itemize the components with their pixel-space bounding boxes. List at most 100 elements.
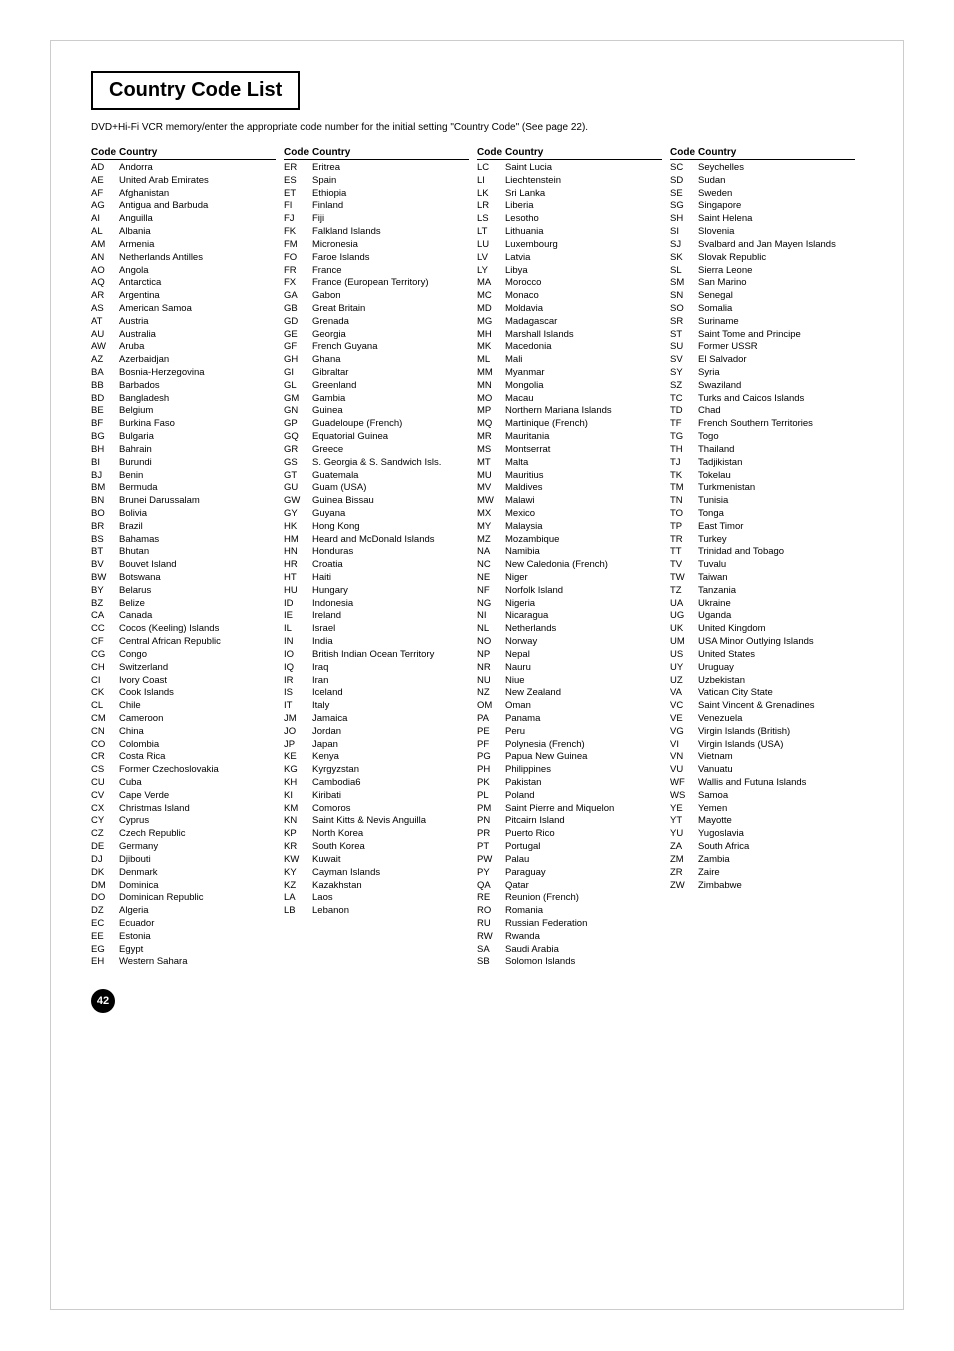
country-name: Malaysia (505, 521, 662, 534)
country-name: Taiwan (698, 572, 855, 585)
country-name: North Korea (312, 828, 469, 841)
country-name: Heard and McDonald Islands (312, 534, 469, 547)
table-row: CCCocos (Keeling) Islands (91, 623, 276, 636)
table-row: SRSuriname (670, 316, 855, 329)
country-code: PG (477, 751, 505, 764)
table-row: ZMZambia (670, 854, 855, 867)
country-code: SU (670, 341, 698, 354)
country-name: Cambodia6 (312, 777, 469, 790)
country-code: SY (670, 367, 698, 380)
country-name: East Timor (698, 521, 855, 534)
country-name: Namibia (505, 546, 662, 559)
country-name: American Samoa (119, 303, 276, 316)
country-code: SC (670, 162, 698, 175)
country-code: MD (477, 303, 505, 316)
country-code: ZW (670, 880, 698, 893)
table-row: VGVirgin Islands (British) (670, 726, 855, 739)
country-name: Haiti (312, 572, 469, 585)
table-row: COColombia (91, 739, 276, 752)
table-row: GTGuatemala (284, 470, 469, 483)
country-name: France (312, 265, 469, 278)
country-name: Comoros (312, 803, 469, 816)
col-header-code: Code (284, 147, 312, 158)
country-code: GB (284, 303, 312, 316)
page-number: 42 (97, 995, 109, 1007)
country-code: GU (284, 482, 312, 495)
table-row: PKPakistan (477, 777, 662, 790)
country-name: Polynesia (French) (505, 739, 662, 752)
country-code: RO (477, 905, 505, 918)
table-row: KRSouth Korea (284, 841, 469, 854)
table-row: KEKenya (284, 751, 469, 764)
country-name: Italy (312, 700, 469, 713)
table-row: MVMaldives (477, 482, 662, 495)
country-name: Costa Rica (119, 751, 276, 764)
col-header-code: Code (91, 147, 119, 158)
table-row: VAVatican City State (670, 687, 855, 700)
country-name: Grenada (312, 316, 469, 329)
table-row: VUVanuatu (670, 764, 855, 777)
country-code: TV (670, 559, 698, 572)
country-code: CV (91, 790, 119, 803)
column-0: CodeCountryADAndorraAEUnited Arab Emirat… (91, 147, 284, 969)
country-name: Myanmar (505, 367, 662, 380)
country-name: South Africa (698, 841, 855, 854)
country-name: Sudan (698, 175, 855, 188)
table-row: NFNorfolk Island (477, 585, 662, 598)
country-code: UK (670, 623, 698, 636)
country-code: SJ (670, 239, 698, 252)
country-code: BN (91, 495, 119, 508)
country-code: MC (477, 290, 505, 303)
country-code: UM (670, 636, 698, 649)
country-name: Barbados (119, 380, 276, 393)
country-name: Hong Kong (312, 521, 469, 534)
country-name: Yugoslavia (698, 828, 855, 841)
country-code: GQ (284, 431, 312, 444)
table-row: CXChristmas Island (91, 803, 276, 816)
country-name: Panama (505, 713, 662, 726)
country-code: MO (477, 393, 505, 406)
country-name: Ethiopia (312, 188, 469, 201)
table-row: BRBrazil (91, 521, 276, 534)
country-name: Uganda (698, 610, 855, 623)
table-row: AQAntarctica (91, 277, 276, 290)
country-name: Laos (312, 892, 469, 905)
country-name: Samoa (698, 790, 855, 803)
country-name: Israel (312, 623, 469, 636)
country-code: KY (284, 867, 312, 880)
table-row: BGBulgaria (91, 431, 276, 444)
country-code: IS (284, 687, 312, 700)
country-code: GR (284, 444, 312, 457)
country-code: KP (284, 828, 312, 841)
table-row: CACanada (91, 610, 276, 623)
country-code: AG (91, 200, 119, 213)
table-row: TWTaiwan (670, 572, 855, 585)
country-code: GI (284, 367, 312, 380)
table-row: SUFormer USSR (670, 341, 855, 354)
table-row: NANamibia (477, 546, 662, 559)
column-3: CodeCountrySCSeychellesSDSudanSESwedenSG… (670, 147, 863, 892)
table-row: SISlovenia (670, 226, 855, 239)
country-code: NR (477, 662, 505, 675)
country-name: Vanuatu (698, 764, 855, 777)
page-container: Country Code List DVD+Hi-Fi VCR memory/e… (50, 40, 904, 1310)
country-code: BZ (91, 598, 119, 611)
country-name: Denmark (119, 867, 276, 880)
table-row: KMComoros (284, 803, 469, 816)
table-row: UKUnited Kingdom (670, 623, 855, 636)
table-row: MXMexico (477, 508, 662, 521)
table-row: IRIran (284, 675, 469, 688)
country-name: Nicaragua (505, 610, 662, 623)
col-header-code: Code (477, 147, 505, 158)
table-row: CSFormer Czechoslovakia (91, 764, 276, 777)
table-row: CUCuba (91, 777, 276, 790)
country-name: Netherlands Antilles (119, 252, 276, 265)
table-row: GWGuinea Bissau (284, 495, 469, 508)
table-row: TCTurks and Caicos Islands (670, 393, 855, 406)
country-name: Colombia (119, 739, 276, 752)
country-name: Bangladesh (119, 393, 276, 406)
table-row: SDSudan (670, 175, 855, 188)
country-name: Nauru (505, 662, 662, 675)
country-name: Eritrea (312, 162, 469, 175)
country-name: Bahrain (119, 444, 276, 457)
